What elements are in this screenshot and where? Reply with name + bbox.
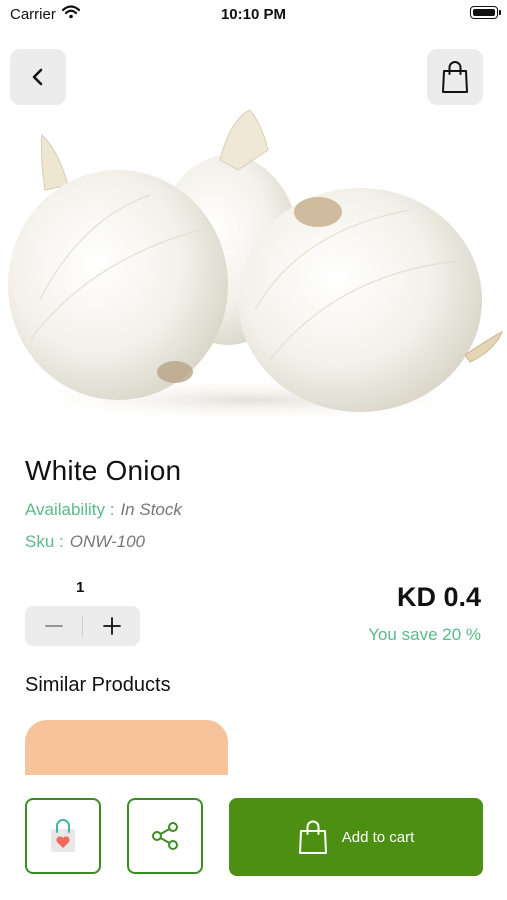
share-icon	[152, 822, 178, 850]
cart-button[interactable]	[427, 49, 483, 105]
quantity-stepper	[25, 606, 140, 646]
availability-row: Availability : In Stock	[25, 500, 182, 520]
add-to-cart-button[interactable]: Add to cart	[229, 798, 483, 876]
cart-bag-icon	[298, 820, 327, 854]
quantity-value: 1	[76, 579, 85, 596]
plus-icon	[102, 617, 121, 635]
wishlist-bag-heart-icon	[51, 819, 75, 852]
availability-value: In Stock	[120, 500, 182, 519]
battery-icon	[470, 6, 501, 19]
back-chevron-icon	[32, 68, 43, 86]
product-image	[0, 100, 507, 422]
minus-icon	[44, 625, 63, 627]
back-button[interactable]	[10, 49, 66, 105]
similar-product-card[interactable]	[25, 720, 228, 780]
savings-text: You save 20 %	[368, 625, 481, 644]
sku-value: ONW-100	[69, 532, 146, 551]
availability-label: Availability :	[25, 500, 115, 519]
product-title: White Onion	[25, 455, 182, 486]
sku-row: Sku : ONW-100	[25, 532, 145, 552]
product-price: KD 0.4	[396, 582, 481, 612]
sku-label: Sku :	[25, 532, 64, 551]
wishlist-button[interactable]	[25, 798, 101, 874]
clock: 10:10 PM	[220, 6, 287, 23]
add-to-cart-label: Add to cart	[341, 828, 415, 846]
increment-button[interactable]	[83, 606, 140, 646]
share-button[interactable]	[127, 798, 203, 874]
status-bar: Carrier 10:10 PM	[0, 0, 507, 30]
shopping-bag-icon	[442, 61, 468, 93]
similar-products-heading: Similar Products	[25, 674, 171, 696]
decrement-button[interactable]	[25, 606, 82, 646]
